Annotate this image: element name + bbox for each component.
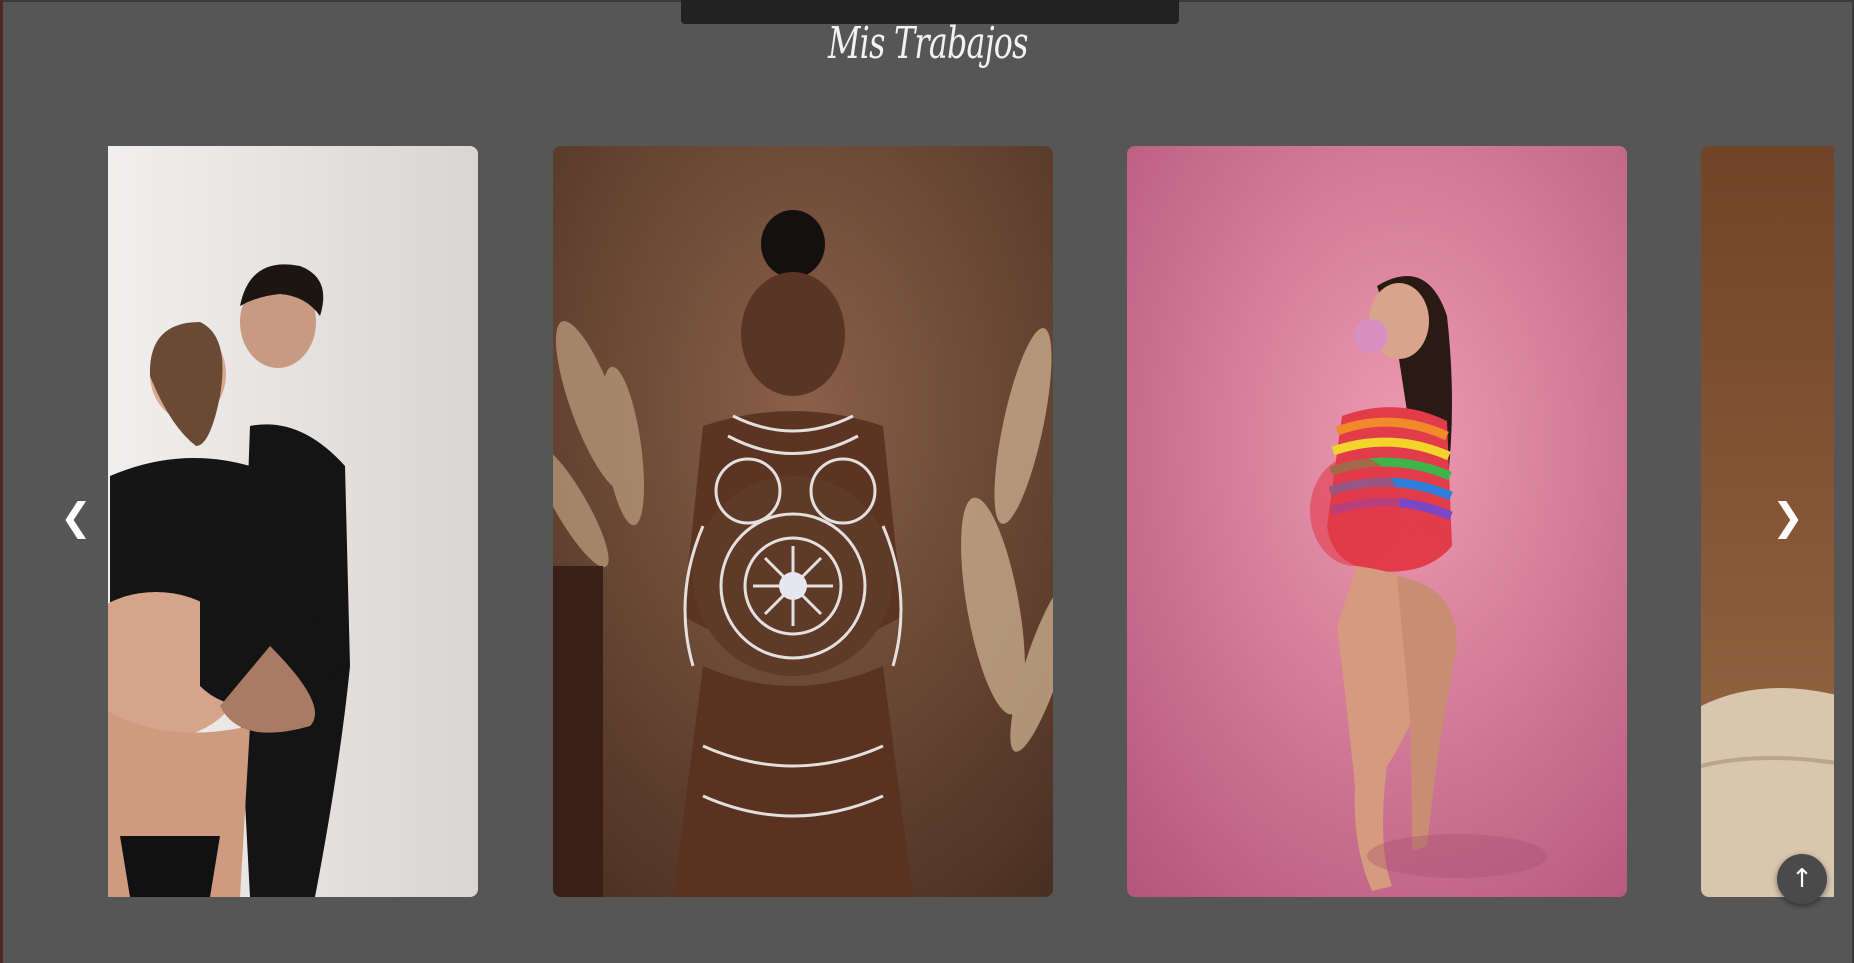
portfolio-carousel bbox=[108, 146, 1834, 897]
body-paint-photo bbox=[553, 146, 1053, 897]
carousel-slide-couple[interactable] bbox=[108, 146, 478, 897]
carousel-prev-button[interactable]: ❮ bbox=[60, 498, 92, 536]
rainbow-photo bbox=[1127, 146, 1627, 897]
back-to-top-button[interactable]: ↑ bbox=[1777, 854, 1827, 904]
section-title: Mis Trabajos bbox=[827, 18, 1028, 69]
page: Mis Trabajos ❮ ❯ ↑ bbox=[0, 0, 1854, 963]
carousel-next-button[interactable]: ❯ bbox=[1772, 498, 1804, 536]
couple-photo bbox=[108, 146, 478, 897]
carousel-slide-partial[interactable] bbox=[1701, 146, 1834, 897]
carousel-slide-body-paint[interactable] bbox=[553, 146, 1053, 897]
carousel-slide-rainbow[interactable] bbox=[1127, 146, 1627, 897]
left-edge bbox=[0, 0, 3, 963]
partial-photo bbox=[1701, 146, 1834, 897]
